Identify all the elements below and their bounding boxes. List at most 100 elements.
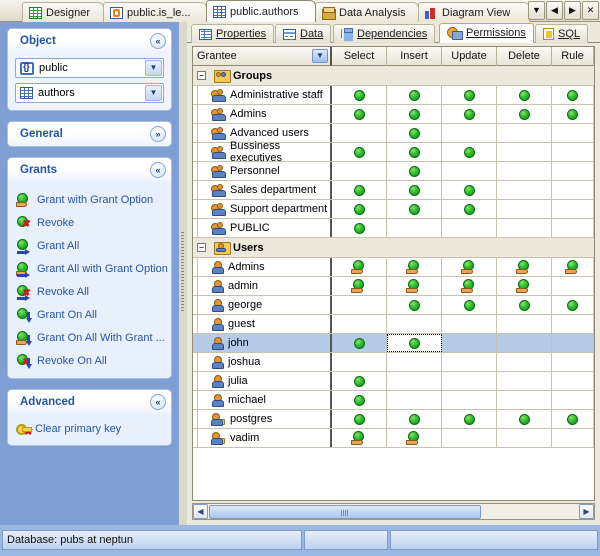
permission-cell-update[interactable] (442, 258, 497, 276)
permission-cell-rule[interactable] (552, 334, 594, 352)
permission-cell-update[interactable] (442, 410, 497, 428)
permission-cell-rule[interactable] (552, 410, 594, 428)
table-row[interactable]: michael (193, 391, 594, 410)
permission-cell-update[interactable] (442, 105, 497, 123)
table-row[interactable]: vadim (193, 429, 594, 448)
grantee-cell[interactable]: Personnel (193, 162, 332, 180)
grant-with-grant-option-action[interactable]: Grant with Grant Option (16, 188, 165, 211)
permission-cell-update[interactable] (442, 334, 497, 352)
permission-cell-rule[interactable] (552, 429, 594, 447)
grantee-cell[interactable]: john (193, 334, 332, 352)
grid-section-users[interactable]: −Users (193, 238, 594, 258)
permission-cell-insert[interactable] (387, 277, 442, 295)
permission-cell-delete[interactable] (497, 124, 552, 142)
grantee-cell[interactable]: Administrative staff (193, 86, 332, 104)
permission-cell-insert[interactable] (387, 105, 442, 123)
permission-cell-update[interactable] (442, 86, 497, 104)
permission-cell-insert[interactable] (387, 124, 442, 142)
expand-collapse-icon[interactable]: − (197, 71, 206, 80)
tab-list-dropdown-button[interactable]: ▼ (528, 1, 545, 20)
scrollbar-thumb[interactable] (209, 505, 481, 519)
permission-cell-delete[interactable] (497, 296, 552, 314)
table-row[interactable]: PUBLIC (193, 219, 594, 238)
permission-cell-select[interactable] (332, 258, 387, 276)
permission-cell-rule[interactable] (552, 277, 594, 295)
table-row[interactable]: Support department (193, 200, 594, 219)
permission-cell-rule[interactable] (552, 124, 594, 142)
grant-on-all-with-grant-option-action[interactable]: Grant On All With Grant ... (16, 326, 165, 349)
permission-cell-insert[interactable] (387, 162, 442, 180)
tab-diagram-view[interactable]: Diagram View (418, 2, 530, 22)
permission-cell-rule[interactable] (552, 219, 594, 237)
chevron-up-icon[interactable]: « (150, 394, 166, 410)
permission-cell-insert[interactable] (387, 296, 442, 314)
table-row[interactable]: Bussiness executives (193, 143, 594, 162)
column-header-grantee[interactable]: Grantee ▼ (193, 47, 332, 66)
permission-cell-update[interactable] (442, 124, 497, 142)
tab-prev-button[interactable]: ◀ (546, 1, 563, 20)
grantee-cell[interactable]: julia (193, 372, 332, 390)
tab-public-authors[interactable]: public.authors (206, 0, 316, 22)
permission-cell-select[interactable] (332, 181, 387, 199)
column-header-select[interactable]: Select (332, 47, 387, 66)
permission-cell-select[interactable] (332, 315, 387, 333)
permission-cell-select[interactable] (332, 277, 387, 295)
permission-cell-update[interactable] (442, 391, 497, 409)
permission-cell-update[interactable] (442, 162, 497, 180)
permission-cell-delete[interactable] (497, 86, 552, 104)
column-header-insert[interactable]: Insert (387, 47, 442, 66)
permission-cell-insert[interactable] (387, 334, 442, 352)
schema-combo[interactable]: public ▼ (15, 58, 164, 78)
permission-cell-update[interactable] (442, 219, 497, 237)
grantee-cell[interactable]: Admins (193, 105, 332, 123)
table-row[interactable]: Admins (193, 105, 594, 124)
table-row[interactable]: joshua (193, 353, 594, 372)
column-header-delete[interactable]: Delete (497, 47, 552, 66)
scroll-right-button[interactable]: ▶ (579, 504, 594, 519)
chevron-down-icon[interactable]: ▼ (312, 49, 328, 63)
permission-cell-delete[interactable] (497, 162, 552, 180)
table-row[interactable]: guest (193, 315, 594, 334)
permission-cell-delete[interactable] (497, 200, 552, 218)
permission-cell-insert[interactable] (387, 258, 442, 276)
permission-cell-select[interactable] (332, 334, 387, 352)
permission-cell-delete[interactable] (497, 105, 552, 123)
grantee-cell[interactable]: Admins (193, 258, 332, 276)
general-panel-header[interactable]: General » (8, 122, 171, 146)
permission-cell-select[interactable] (332, 410, 387, 428)
permission-cell-select[interactable] (332, 391, 387, 409)
table-row[interactable]: julia (193, 372, 594, 391)
permission-cell-insert[interactable] (387, 315, 442, 333)
table-row[interactable]: Personnel (193, 162, 594, 181)
permission-cell-insert[interactable] (387, 181, 442, 199)
tab-close-button[interactable]: ✕ (582, 1, 599, 20)
permission-cell-select[interactable] (332, 219, 387, 237)
tab-dependencies[interactable]: Dependencies (333, 24, 435, 43)
chevron-down-icon[interactable]: ▼ (145, 85, 162, 101)
object-panel-header[interactable]: Object « (8, 29, 171, 53)
permission-cell-update[interactable] (442, 315, 497, 333)
permission-cell-insert[interactable] (387, 391, 442, 409)
grantee-cell[interactable]: joshua (193, 353, 332, 371)
grantee-cell[interactable]: vadim (193, 429, 332, 447)
revoke-on-all-action[interactable]: ✖ Revoke On All (16, 349, 165, 372)
grants-panel-header[interactable]: Grants « (8, 158, 171, 182)
tab-properties[interactable]: Properties (191, 24, 274, 43)
permission-cell-rule[interactable] (552, 353, 594, 371)
permission-cell-update[interactable] (442, 429, 497, 447)
permission-cell-delete[interactable] (497, 429, 552, 447)
permission-cell-insert[interactable] (387, 353, 442, 371)
chevron-up-icon[interactable]: « (150, 33, 166, 49)
permission-cell-delete[interactable] (497, 372, 552, 390)
permission-cell-delete[interactable] (497, 277, 552, 295)
permission-cell-select[interactable] (332, 429, 387, 447)
table-combo[interactable]: authors ▼ (15, 83, 164, 103)
grantee-cell[interactable]: guest (193, 315, 332, 333)
tab-next-button[interactable]: ▶ (564, 1, 581, 20)
grantee-cell[interactable]: Sales department (193, 181, 332, 199)
permission-cell-rule[interactable] (552, 372, 594, 390)
permission-cell-delete[interactable] (497, 219, 552, 237)
clear-primary-key-action[interactable]: ✖ Clear primary key (16, 419, 165, 439)
permission-cell-delete[interactable] (497, 353, 552, 371)
permission-cell-rule[interactable] (552, 181, 594, 199)
